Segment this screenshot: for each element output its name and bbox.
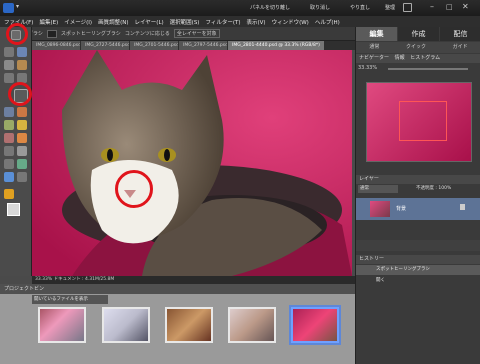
doc-tab-active[interactable]: IMG_2801-4440.psd @ 33.3% (RGB/8*) [228,41,324,50]
panel-tab-share[interactable]: 配信 [440,27,480,41]
right-panel: 編集 作成 配信 通常 クイック ガイド ナビゲーター 情報 ヒストグラム 33… [355,27,480,364]
doc-tab[interactable]: IMG_2701-5446.psd [130,41,178,50]
close-button[interactable]: ✕ [462,2,469,11]
layer-row-background[interactable]: 背景 [356,198,480,220]
photoshop-elements-window: ▾ パネルを切り離し 取り消し やり直し 整理 – □ ✕ ファイル(F) 編集… [0,0,480,364]
navigator-zoom-bar: 33.33% [358,65,479,77]
menu-view[interactable]: 表示(V) [247,18,266,26]
crop-tool-icon[interactable] [17,107,27,117]
image-canvas[interactable] [32,50,352,276]
highlight-circle-preset [6,23,28,45]
maximize-button[interactable]: □ [446,3,453,11]
brush-size-picker[interactable] [46,29,57,38]
panel-tab-edit[interactable]: 編集 [356,27,397,41]
shape-tool-icon[interactable] [17,146,27,156]
mode-spot-radio[interactable]: スポットヒーリングブラシ [61,30,121,37]
navigator-view-box[interactable] [399,101,447,141]
zoom-slider[interactable] [388,68,468,70]
app-logo-icon [3,3,14,13]
bin-thumbnail[interactable] [228,307,276,343]
foreground-color-swatch[interactable] [7,203,20,216]
menu-select[interactable]: 選択範囲(S) [170,18,200,26]
history-header: ヒストリー [356,255,480,264]
title-bar: ▾ パネルを切り離し 取り消し やり直し 整理 – □ ✕ [0,0,480,16]
pencil-tool-icon[interactable] [4,172,14,182]
menu-window[interactable]: ウィンドウ(W) [272,18,309,26]
undo-button[interactable]: 取り消し [310,4,330,11]
histogram-tab[interactable]: ヒストグラム [410,55,440,61]
red-eye-tool-icon[interactable] [4,120,14,130]
blend-mode-select[interactable]: 通常 [358,185,398,193]
highlight-circle-heal-tool [8,82,32,106]
highlight-circle-nose [115,170,153,208]
tool-options-bar: ブラシ スポットヒーリングブラシ コンテンツに応じる 全レイヤーを対象 [0,27,355,41]
zoom-tool-icon[interactable] [4,47,14,57]
panel-tab-create[interactable]: 作成 [398,27,439,41]
minimize-button[interactable]: – [430,2,434,11]
info-tab[interactable]: 情報 [395,55,405,61]
lock-icon [460,204,465,210]
layer-thumbnail [370,201,390,217]
redo-button[interactable]: やり直し [350,4,370,11]
project-bin: 開いているファイルを表示 [0,294,355,364]
navigator-tab[interactable]: ナビゲーター [359,55,389,61]
status-bar: 33.33% ドキュメント : 4.31M/25.8M [32,276,355,284]
blur-tool-icon[interactable] [4,159,14,169]
sample-all-checkbox[interactable]: 全レイヤーを対象 [173,29,220,38]
subtab-quick[interactable]: クイック [406,42,426,53]
organize-button[interactable]: 整理 [385,4,395,11]
bin-thumbnail[interactable] [165,307,213,343]
menu-layer[interactable]: レイヤー(L) [134,18,163,26]
menu-enhance[interactable]: 画質調整(N) [98,18,128,26]
layers-footer [356,240,480,251]
navigator-preview[interactable] [366,82,472,162]
subtab-full[interactable]: 通常 [369,42,379,53]
navigator-header: ナビゲーター 情報 ヒストグラム [356,54,480,63]
undock-panel-button[interactable]: パネルを切り離し [250,4,290,11]
history-item[interactable]: スポットヒーリングブラシ [356,265,480,275]
menu-help[interactable]: ヘルプ(H) [315,18,340,26]
sponge-tool-icon[interactable] [17,159,27,169]
content-aware-radio[interactable]: コンテンツに応じる [125,30,170,37]
doc-tab[interactable]: IMG_2797-5446.psd [179,41,227,50]
window-menu-button[interactable]: ▾ [16,3,19,10]
brush-tool-icon[interactable] [17,120,27,130]
bin-thumbnail[interactable] [102,307,150,343]
layers-header: レイヤー [356,175,480,184]
gradient-tool-icon[interactable] [4,146,14,156]
bin-thumbnail[interactable] [38,307,86,343]
doc-tab[interactable]: IMG_0896-0846.psd [32,41,80,50]
menu-bar: ファイル(F) 編集(E) イメージ(I) 画質調整(N) レイヤー(L) 選択… [0,16,480,27]
hand-tool-icon[interactable] [17,47,27,57]
project-bin-title: プロジェクトビン [4,286,45,292]
bin-filter-dropdown[interactable]: 開いているファイルを表示 [32,295,108,304]
marquee-tool-icon[interactable] [4,73,14,83]
document-tabs: IMG_0896-0846.psd IMG_2727-5446.psd IMG_… [32,41,355,50]
cookie-cutter-icon[interactable] [4,189,14,199]
bin-thumbnail-selected[interactable] [291,307,339,343]
move-tool-icon[interactable] [4,60,14,70]
eraser-tool-icon[interactable] [4,133,14,143]
menu-image[interactable]: イメージ(I) [64,18,92,26]
paint-bucket-icon[interactable] [17,133,27,143]
menu-edit[interactable]: 編集(E) [39,18,58,26]
clone-stamp-icon[interactable] [17,172,27,182]
type-tool-icon[interactable] [4,107,14,117]
project-bin-header: プロジェクトビン [0,284,355,294]
menu-filter[interactable]: フィルター(T) [205,18,240,26]
eyedropper-icon[interactable] [17,60,27,70]
home-icon[interactable] [403,3,412,12]
opacity-control[interactable]: 不透明度 : 100% [416,185,478,193]
toolbox [0,27,32,276]
doc-tab[interactable]: IMG_2727-5446.psd [81,41,129,50]
history-item[interactable]: 開く [356,276,480,286]
cat-photo [32,50,352,276]
zoom-value[interactable]: 33.33% [358,65,377,71]
subtab-guided[interactable]: ガイド [453,42,468,53]
layer-name[interactable]: 背景 [396,205,406,212]
